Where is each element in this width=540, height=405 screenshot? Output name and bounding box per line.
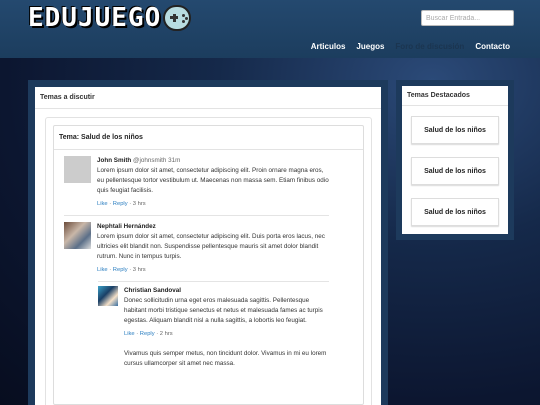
comment-text: Lorem ipsum dolor sit amet, consectetur … (97, 167, 329, 194)
nav-foro-de-discusion[interactable]: Foro de discusión (395, 42, 464, 51)
comment-time: 3 hrs (132, 267, 146, 273)
comment-actions: Like · Reply · 2 hrs (124, 331, 173, 337)
divider (98, 281, 329, 282)
site-header: EDUJUEGO Articulos Juegos Foro de discus… (0, 0, 540, 58)
avatar-placeholder (64, 156, 91, 183)
featured-item[interactable]: Salud de los niños (411, 116, 499, 144)
comment: Nephtali Hernández Lorem ipsum dolor sit… (64, 222, 329, 275)
comment-time: 3 hrs (132, 201, 146, 207)
avatar (64, 222, 91, 249)
featured-title: Temas Destacados (402, 86, 508, 106)
like-link[interactable]: Like (97, 267, 108, 273)
logo-text: EDUJUEGO (28, 3, 162, 33)
featured-item[interactable]: Salud de los niños (411, 157, 499, 185)
nav-contacto[interactable]: Contacto (475, 42, 510, 51)
avatar (98, 286, 118, 306)
featured-panel: Temas Destacados Salud de los niños Salu… (396, 80, 514, 240)
topic-container: Tema: Salud de los niños John Smith @joh… (45, 117, 372, 405)
discussion-panel: Temas a discutir Tema: Salud de los niño… (28, 80, 388, 405)
reply-link[interactable]: Reply (113, 201, 128, 207)
comment-author[interactable]: John Smith (97, 157, 131, 164)
comment-text: Donec sollicitudin urna eget eros malesu… (124, 297, 323, 324)
comment-actions: Like · Reply · 3 hrs (97, 201, 146, 207)
comment: John Smith @johnsmith 31m Lorem ipsum do… (64, 156, 329, 209)
comment-handle: @johnsmith (133, 157, 167, 164)
like-link[interactable]: Like (124, 331, 135, 337)
topic-card: Tema: Salud de los niños John Smith @joh… (53, 125, 364, 405)
topic-title: Tema: Salud de los niños (54, 126, 363, 150)
like-link[interactable]: Like (97, 201, 108, 207)
divider (64, 215, 329, 216)
site-logo[interactable]: EDUJUEGO (28, 3, 192, 33)
nav-juegos[interactable]: Juegos (356, 42, 384, 51)
nav-articulos[interactable]: Articulos (311, 42, 346, 51)
reply-link[interactable]: Reply (140, 331, 155, 337)
search-input[interactable] (421, 10, 514, 26)
featured-item[interactable]: Salud de los niños (411, 198, 499, 226)
reply-link[interactable]: Reply (113, 267, 128, 273)
panel-title: Temas a discutir (35, 87, 381, 109)
comment-text: Lorem ipsum dolor sit amet, consectetur … (97, 233, 325, 260)
comment-reply: Christian Sandoval Donec sollicitudin ur… (98, 286, 329, 339)
main-nav: Articulos Juegos Foro de discusión Conta… (311, 42, 510, 51)
comment-time-inline: 31m (168, 157, 181, 164)
gamepad-icon (163, 5, 192, 31)
comment-actions: Like · Reply · 3 hrs (97, 267, 146, 273)
comment-text: Vivamus quis semper metus, non tincidunt… (124, 350, 327, 367)
comment-author[interactable]: Nephtali Hernández (97, 222, 329, 232)
comment-author[interactable]: Christian Sandoval (124, 286, 329, 296)
comment-time: 2 hrs (159, 331, 173, 337)
